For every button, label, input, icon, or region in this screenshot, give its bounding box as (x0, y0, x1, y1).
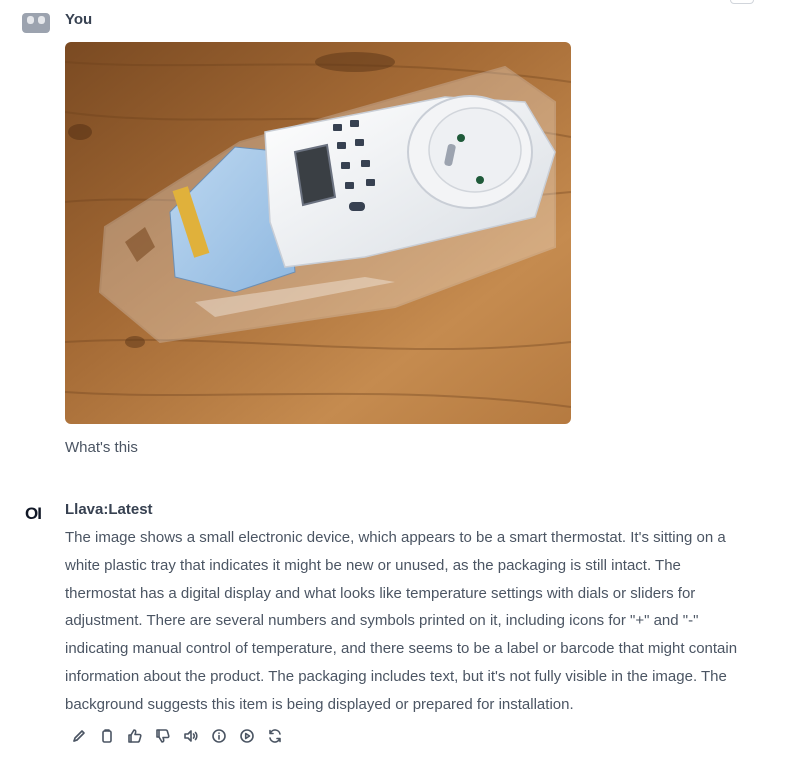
regenerate-button[interactable] (264, 726, 286, 746)
edit-icon (73, 730, 85, 742)
thumbs-down-icon (156, 729, 170, 743)
assistant-message-text: The image shows a small electronic devic… (65, 529, 738, 713)
info-icon (212, 729, 226, 743)
assistant-name: Llava:Latest (65, 501, 153, 518)
continue-response-button[interactable] (236, 726, 258, 746)
user-message-text: What's this (65, 439, 138, 456)
uploaded-image[interactable] (65, 42, 571, 424)
read-aloud-button[interactable] (180, 726, 202, 746)
regenerate-icon (269, 729, 281, 743)
top-corner-button[interactable] (730, 0, 754, 4)
assistant-avatar: OI (25, 504, 42, 523)
chat-page: You What's this OI Llava:Latest The imag… (0, 0, 800, 776)
thumbs-up-icon (128, 729, 142, 743)
edit-button[interactable] (68, 726, 90, 746)
copy-button[interactable] (96, 726, 118, 746)
play-icon (240, 729, 254, 743)
bad-response-button[interactable] (152, 726, 174, 746)
user-avatar (22, 12, 50, 34)
message-actions (68, 726, 286, 746)
copy-icon (102, 729, 112, 743)
user-name: You (65, 11, 93, 28)
speaker-icon (184, 730, 198, 742)
generation-info-button[interactable] (208, 726, 230, 746)
good-response-button[interactable] (124, 726, 146, 746)
